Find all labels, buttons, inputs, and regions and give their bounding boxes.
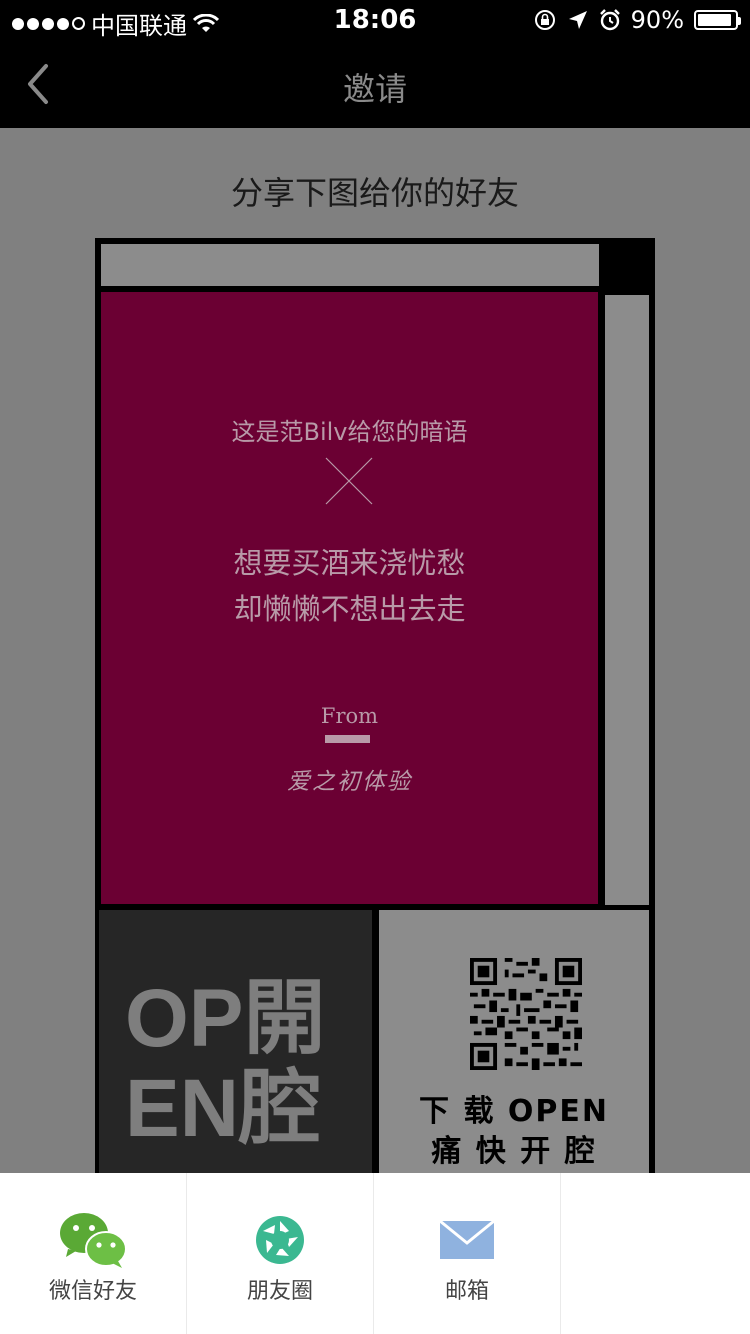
wechat-icon bbox=[60, 1213, 127, 1268]
from-label: From bbox=[320, 704, 379, 728]
open-logo: OP開 EN腔 bbox=[125, 974, 325, 1154]
download-text: 下 载 OPEN 痛 快 开 腔 bbox=[379, 1092, 649, 1172]
poem-line-2: 却懒懒不想出去走 bbox=[233, 592, 466, 626]
logo-line-2: EN腔 bbox=[125, 1063, 321, 1154]
message-intro: 这是范Bilv给您的暗语 bbox=[231, 418, 468, 446]
card-top-strip bbox=[101, 244, 599, 286]
poem-text: 想要买酒来浇忧愁 却懒懒不想出去走 bbox=[101, 540, 598, 632]
battery-icon bbox=[694, 10, 741, 30]
download-line-1: 下 载 OPEN bbox=[419, 1094, 609, 1129]
location-icon bbox=[568, 11, 587, 29]
download-line-2: 痛 快 开 腔 bbox=[431, 1134, 597, 1169]
share-label: 朋友圈 bbox=[246, 1279, 313, 1304]
logo-line-1: OP開 bbox=[125, 973, 326, 1064]
navigation-bar: 邀请 bbox=[0, 40, 750, 128]
moments-icon bbox=[256, 1216, 304, 1264]
share-moments[interactable]: 朋友圈 bbox=[187, 1173, 374, 1334]
share-wechat-friends[interactable]: 微信好友 bbox=[0, 1173, 187, 1334]
share-empty-slot bbox=[561, 1173, 748, 1334]
battery-percent: 90% bbox=[630, 6, 684, 34]
rotation-lock-icon bbox=[534, 10, 555, 30]
from-divider bbox=[325, 735, 370, 743]
sender-brand: 爱之初体验 bbox=[287, 769, 412, 795]
page-title: 邀请 bbox=[342, 70, 407, 108]
download-panel: 下 载 OPEN 痛 快 开 腔 bbox=[379, 910, 649, 1188]
battery-fill bbox=[698, 14, 731, 26]
share-instruction: 分享下图给你的好友 bbox=[230, 174, 519, 212]
alarm-icon bbox=[599, 9, 620, 31]
card-side-strip bbox=[605, 295, 649, 905]
mail-icon bbox=[439, 1219, 495, 1259]
share-label: 邮箱 bbox=[444, 1279, 489, 1304]
logo-panel: OP開 EN腔 bbox=[99, 910, 372, 1188]
poem-line-1: 想要买酒来浇忧愁 bbox=[233, 546, 466, 580]
invitation-card: 这是范Bilv给您的暗语 想要买酒来浇忧愁 却懒懒不想出去走 From 爱之初体… bbox=[95, 238, 655, 1188]
share-bar: 微信好友 朋友圈 邮箱 bbox=[0, 1173, 750, 1334]
qr-code-icon bbox=[470, 958, 582, 1070]
message-panel: 这是范Bilv给您的暗语 想要买酒来浇忧愁 却懒懒不想出去走 From 爱之初体… bbox=[101, 292, 598, 904]
share-mail[interactable]: 邮箱 bbox=[374, 1173, 561, 1334]
status-right: 90% bbox=[533, 6, 741, 34]
share-label: 微信好友 bbox=[48, 1279, 137, 1304]
cross-decoration-icon bbox=[325, 457, 373, 505]
status-bar: 中国联通 18:06 90% bbox=[0, 0, 750, 40]
